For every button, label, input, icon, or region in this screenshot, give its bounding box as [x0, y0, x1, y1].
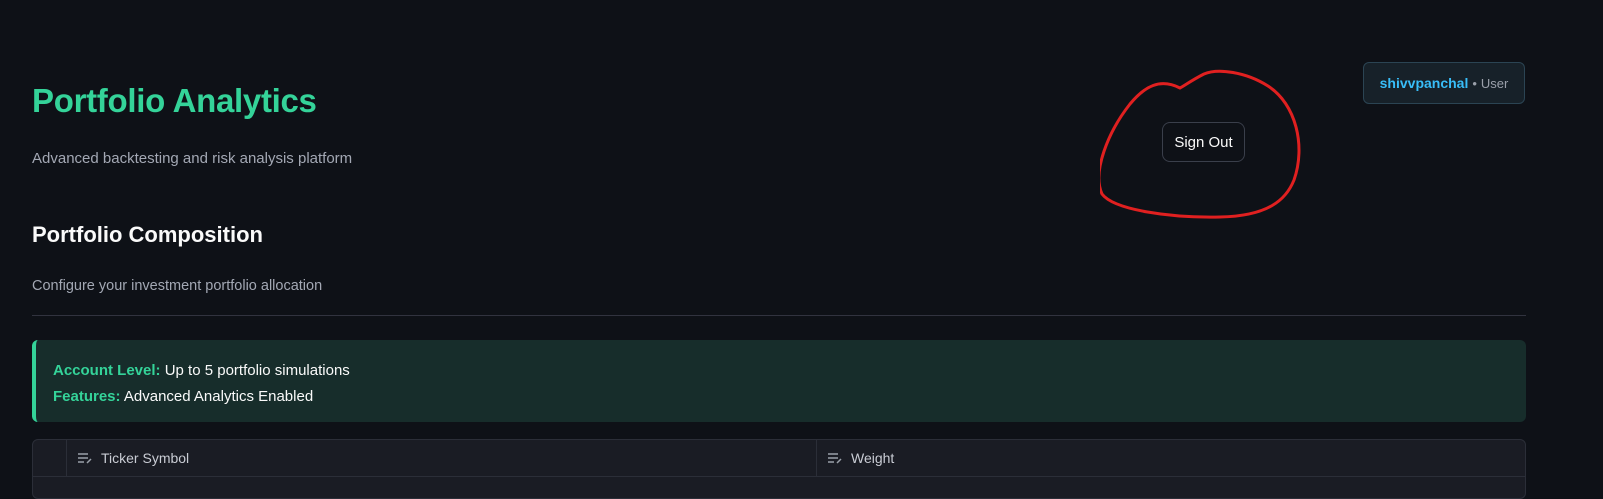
column-header-ticker[interactable]: Ticker Symbol: [67, 440, 817, 476]
table-header: Ticker Symbol Weight: [33, 440, 1525, 477]
text-column-icon: [828, 453, 842, 464]
features-value: Advanced Analytics Enabled: [123, 388, 314, 405]
page-subtitle: Advanced backtesting and risk analysis p…: [32, 150, 353, 167]
account-level-value: Up to 5 portfolio simulations: [164, 362, 350, 379]
sign-out-button[interactable]: Sign Out: [1162, 122, 1245, 162]
user-role: User: [1480, 75, 1509, 91]
divider: [32, 315, 1526, 316]
account-level-line: Account Level: Up to 5 portfolio simulat…: [53, 358, 1526, 384]
section-caption: Configure your investment portfolio allo…: [32, 278, 323, 294]
user-badge: shivvpanchal • User: [1363, 62, 1525, 104]
column-label-ticker: Ticker Symbol: [101, 450, 190, 466]
account-info-box: Account Level: Up to 5 portfolio simulat…: [32, 340, 1526, 422]
user-name: shivvpanchal: [1379, 75, 1469, 91]
page-title: Portfolio Analytics: [32, 82, 317, 119]
section-title: Portfolio Composition: [32, 222, 263, 247]
row-index-header: [33, 440, 67, 476]
column-label-weight: Weight: [851, 450, 895, 466]
features-line: Features: Advanced Analytics Enabled: [53, 384, 1526, 410]
column-header-weight[interactable]: Weight: [817, 440, 1525, 476]
text-column-icon: [78, 453, 92, 464]
features-label: Features:: [53, 388, 121, 405]
account-level-label: Account Level:: [53, 362, 161, 379]
user-separator: •: [1472, 75, 1477, 91]
portfolio-table[interactable]: Ticker Symbol Weight: [32, 439, 1526, 499]
